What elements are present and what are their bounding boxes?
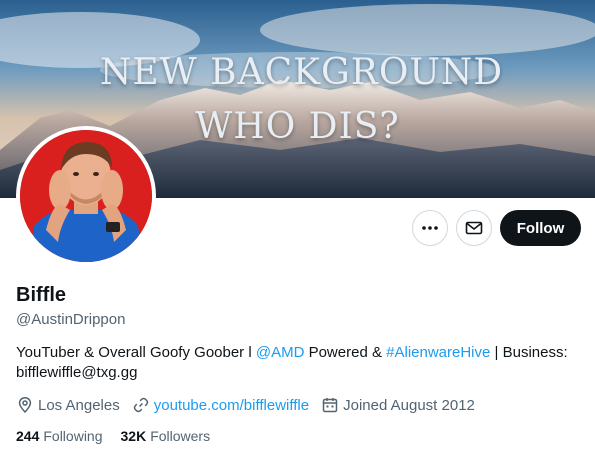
website: youtube.com/bifflewiffle <box>132 396 309 414</box>
location-pin-icon <box>18 397 32 414</box>
following-label: Following <box>43 428 103 444</box>
profile-bio: YouTuber & Overall Goofy Goober l @AMD P… <box>16 343 581 383</box>
display-name: Biffle <box>16 284 66 306</box>
message-button[interactable] <box>456 210 492 246</box>
bio-mention-link[interactable]: @AMD <box>256 344 305 361</box>
followers-link[interactable]: 32K Followers <box>121 428 211 444</box>
join-date: Joined August 2012 <box>321 396 475 414</box>
bio-hashtag-link[interactable]: #AlienwareHive <box>386 344 490 361</box>
banner-headline-line1: NEW BACKGROUND <box>99 52 504 93</box>
avatar[interactable] <box>16 126 156 266</box>
followers-count: 32K <box>120 428 147 444</box>
join-date-text: Joined August 2012 <box>343 396 475 414</box>
follow-stats: 244 Following 32K Followers <box>16 428 228 444</box>
website-link[interactable]: youtube.com/bifflewiffle <box>154 397 309 414</box>
bio-text: Powered & <box>304 344 387 361</box>
calendar-icon <box>322 398 338 413</box>
profile-page: NEW BACKGROUND WHO DIS? Follow Biffle @A… <box>0 0 595 451</box>
follow-button[interactable]: Follow <box>500 210 581 246</box>
location: Los Angeles <box>16 396 120 414</box>
more-options-button[interactable] <box>412 210 448 246</box>
following-link[interactable]: 244 Following <box>16 428 103 444</box>
envelope-icon <box>465 221 483 235</box>
avatar-image <box>20 130 152 262</box>
more-icon <box>422 226 438 230</box>
bio-text: YouTuber & Overall Goofy Goober l <box>16 344 256 361</box>
location-text: Los Angeles <box>38 396 120 414</box>
following-count: 244 <box>16 428 40 444</box>
link-icon <box>133 397 148 413</box>
followers-label: Followers <box>150 428 211 444</box>
user-handle: @AustinDrippon <box>16 311 126 328</box>
profile-meta: Los Angeles youtube.com/bifflewiffle Joi… <box>16 395 487 415</box>
